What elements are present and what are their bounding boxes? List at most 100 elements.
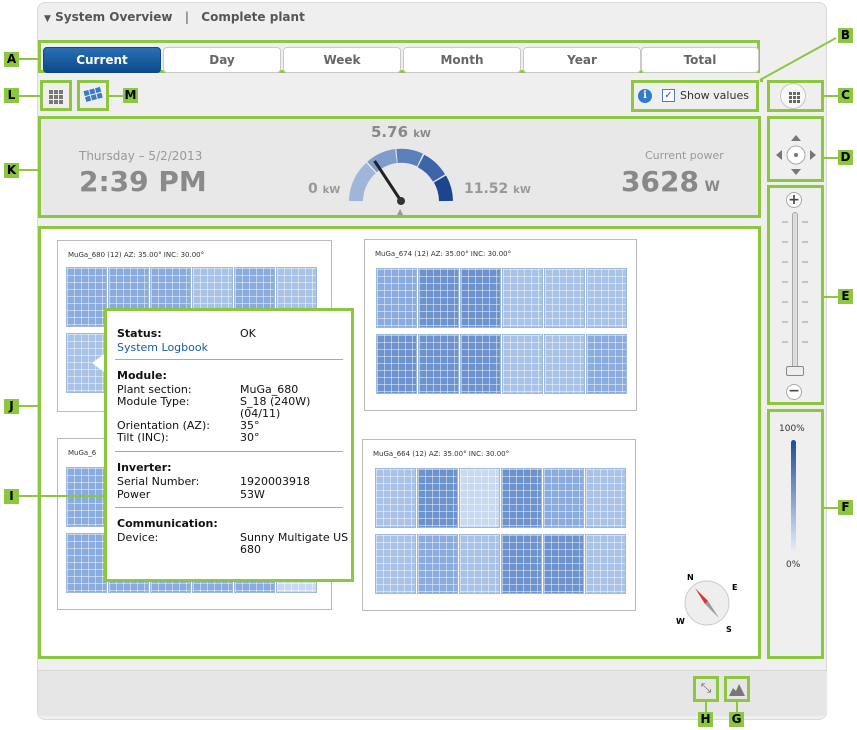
collapse-triangle-icon[interactable]: ▼	[44, 14, 51, 24]
tab-week[interactable]: Week	[283, 47, 401, 73]
callout-f-line	[824, 507, 838, 509]
tab-month[interactable]: Month	[403, 47, 521, 73]
current-power-label: Current power	[645, 149, 724, 162]
callout-j: J	[4, 399, 19, 414]
app-root: ▼ System Overview | Complete plant Curre…	[0, 0, 857, 730]
breadcrumb-system[interactable]: System Overview	[55, 10, 172, 24]
popup-module-type-label: Module Type:	[117, 395, 190, 408]
solar-panel-cell[interactable]	[376, 268, 417, 328]
gauge-max-unit: kW	[513, 185, 531, 196]
solar-panel-cell[interactable]	[543, 534, 584, 594]
popup-status-value: OK	[240, 327, 256, 340]
tab-current[interactable]: Current	[43, 47, 161, 73]
gauge-min-unit: kW	[322, 185, 341, 196]
scale-bottom-label: 0%	[786, 560, 801, 570]
solar-panel-cell[interactable]	[418, 268, 459, 328]
gauge-peak: 5.76 kW	[371, 123, 431, 141]
current-power-value: 3628	[621, 165, 699, 198]
pan-up-icon[interactable]	[791, 135, 801, 141]
tab-year[interactable]: Year	[523, 47, 641, 73]
zoom-slider-handle[interactable]	[786, 366, 804, 376]
popup-device-label: Device:	[117, 531, 159, 544]
zoom-in-button[interactable]: +	[786, 192, 802, 208]
solar-panel-cell[interactable]	[375, 468, 416, 528]
solar-panel-cell[interactable]	[418, 334, 459, 394]
zoom-ticks	[782, 221, 808, 343]
current-power-unit: W	[704, 179, 720, 195]
zoom-out-button[interactable]: −	[786, 384, 802, 400]
gauge-peak-value: 5.76	[371, 123, 409, 141]
pan-right-icon[interactable]	[810, 150, 816, 160]
panel-layout-icon[interactable]	[81, 84, 105, 108]
callout-d: D	[838, 150, 853, 165]
solar-panel-cell[interactable]	[460, 268, 501, 328]
compass-e: E	[732, 583, 737, 592]
solar-panel-cell[interactable]	[417, 468, 458, 528]
gauge-peak-unit: kW	[413, 129, 431, 140]
scale-top-label: 100%	[779, 424, 805, 434]
solar-panel-cell[interactable]	[66, 467, 107, 527]
summary-panel: Thursday – 5/2/2013 2:39 PM 5.76 kW 0 kW…	[38, 116, 761, 218]
solar-panel-cell[interactable]	[502, 268, 543, 328]
module-caption: MuGa_6	[68, 449, 97, 457]
popup-module-heading: Module:	[117, 369, 167, 382]
solar-panel-cell[interactable]	[586, 334, 627, 394]
solar-panel-cell[interactable]	[501, 468, 542, 528]
popup-comm-heading: Communication:	[117, 517, 218, 530]
solar-panel-cell[interactable]	[544, 334, 585, 394]
callout-h-line	[705, 702, 707, 712]
solar-panel-cell[interactable]	[543, 468, 584, 528]
pan-down-icon[interactable]	[791, 169, 801, 175]
callout-d-line	[824, 157, 838, 159]
callout-b-leader	[759, 37, 837, 81]
tab-total[interactable]: Total	[641, 47, 759, 73]
compass-n: N	[687, 573, 694, 582]
fullscreen-icon[interactable]: ⤡	[697, 680, 715, 698]
solar-panel-cell[interactable]	[459, 534, 500, 594]
callout-m-line	[109, 95, 123, 97]
solar-panel-cell[interactable]	[66, 267, 107, 327]
solar-panel-cell[interactable]	[460, 334, 501, 394]
solar-panel-cell[interactable]	[502, 334, 543, 394]
callout-c: C	[838, 88, 853, 103]
solar-panel-cell[interactable]	[417, 534, 458, 594]
gauge-expand-icon[interactable]: ▲	[397, 207, 403, 216]
popup-inverter-heading: Inverter:	[117, 461, 172, 474]
solar-panel-cell[interactable]	[585, 468, 626, 528]
layout-toggle-icon[interactable]	[780, 83, 806, 109]
callout-e-line	[824, 296, 838, 298]
solar-panel-cell[interactable]	[459, 468, 500, 528]
pan-left-icon[interactable]	[776, 150, 782, 160]
popup-power-value: 53W	[240, 488, 265, 501]
solar-panel-cell[interactable]	[375, 534, 416, 594]
callout-g: G	[729, 712, 744, 727]
callout-e: E	[838, 289, 853, 304]
gauge-max: 11.52 kW	[464, 181, 531, 197]
tab-day[interactable]: Day	[163, 47, 281, 73]
popup-tilt-label: Tilt (INC):	[117, 431, 169, 444]
system-logbook-link[interactable]: System Logbook	[117, 341, 208, 354]
compass-icon: N E S W	[676, 573, 737, 634]
callout-a: A	[4, 52, 19, 67]
chart-view-icon[interactable]	[728, 680, 746, 698]
breadcrumb-plant[interactable]: Complete plant	[201, 10, 305, 24]
show-values-checkbox[interactable]: ✓	[662, 89, 675, 102]
callout-m: M	[123, 88, 138, 103]
pan-control[interactable]	[774, 131, 818, 179]
popup-tilt-value: 30°	[240, 431, 260, 444]
solar-panel-cell[interactable]	[586, 268, 627, 328]
info-icon[interactable]: i	[638, 89, 652, 103]
solar-panel-cell[interactable]	[66, 533, 107, 593]
callout-b: B	[838, 28, 853, 43]
solar-panel-cell[interactable]	[585, 534, 626, 594]
callout-g-line	[736, 702, 738, 712]
gauge-min-value: 0	[308, 181, 318, 197]
popup-status-label: Status:	[117, 327, 162, 340]
breadcrumb: ▼ System Overview | Complete plant	[44, 10, 305, 24]
solar-panel-cell[interactable]	[501, 534, 542, 594]
popup-serial-label: Serial Number:	[117, 475, 200, 488]
solar-panel-cell[interactable]	[376, 334, 417, 394]
popup-serial-value: 1920003918	[240, 475, 310, 488]
solar-panel-cell[interactable]	[544, 268, 585, 328]
grid-view-icon[interactable]	[44, 84, 68, 108]
